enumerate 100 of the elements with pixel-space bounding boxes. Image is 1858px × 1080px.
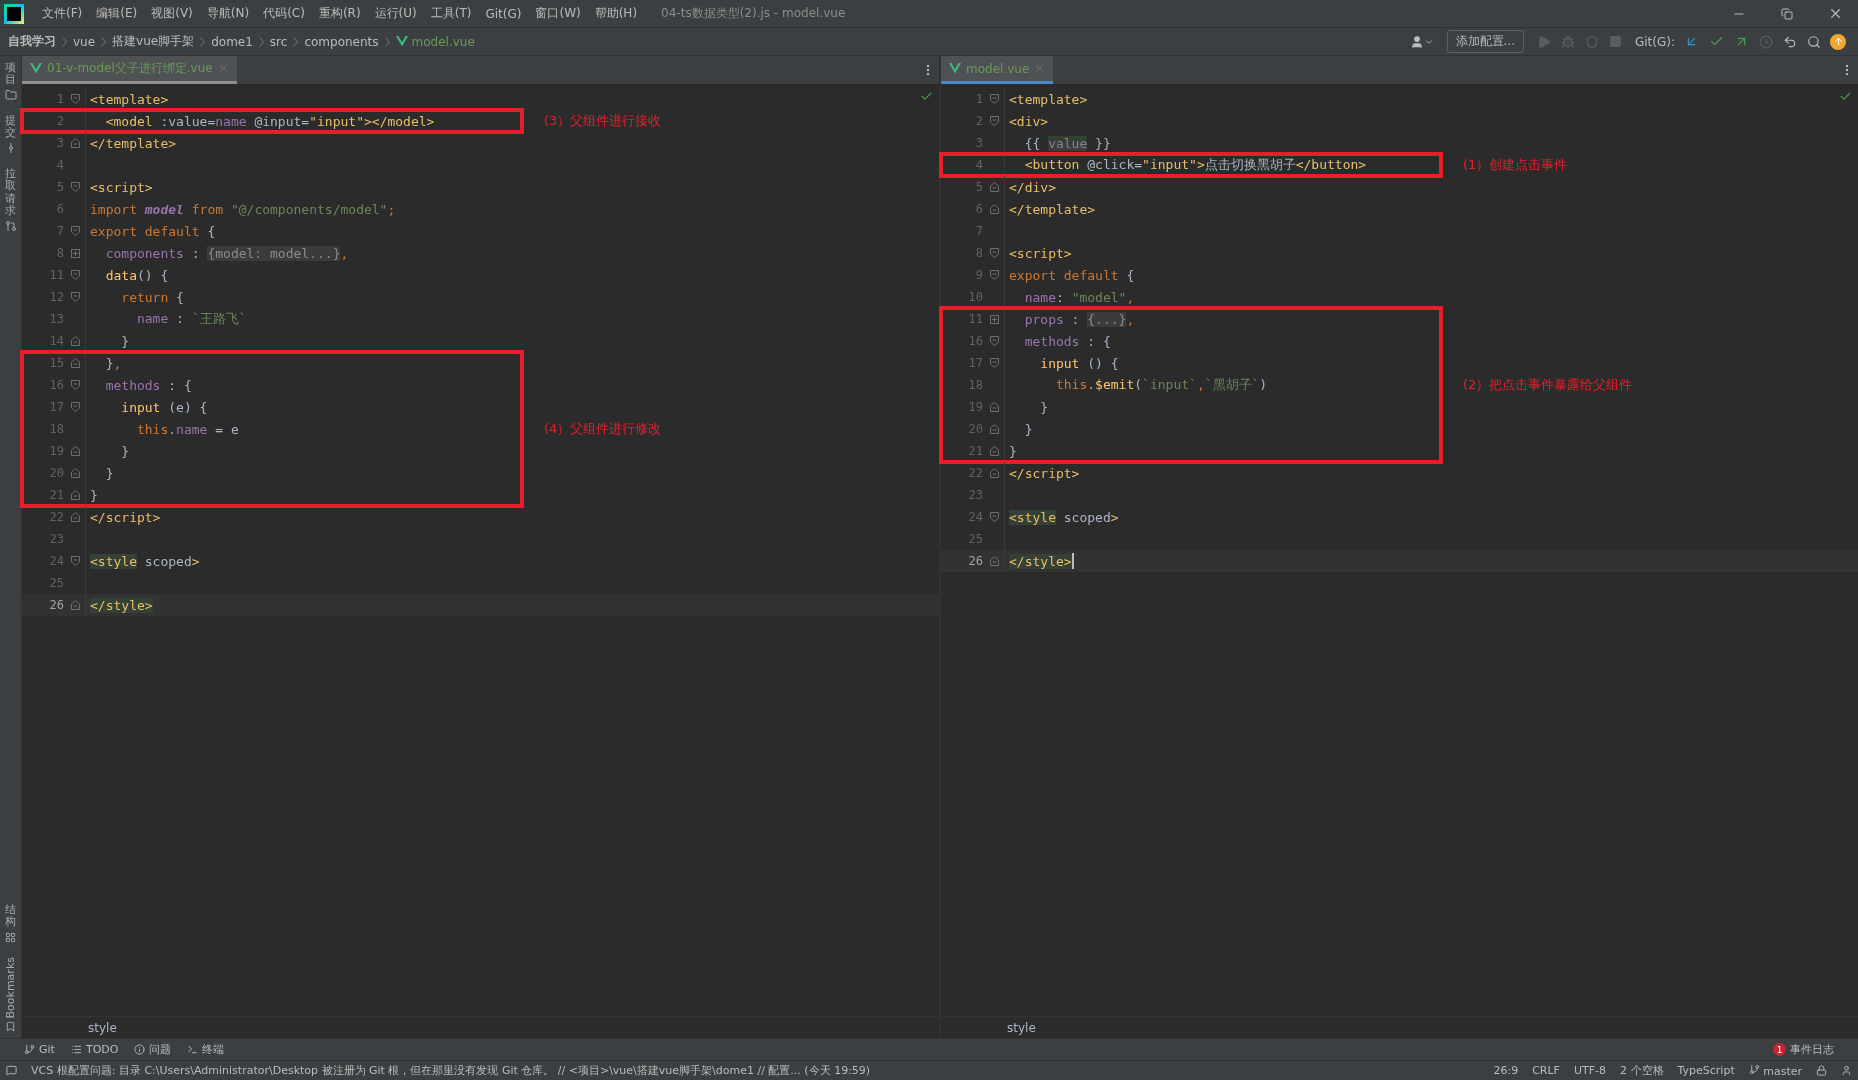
editor-breadcrumb[interactable]: style <box>88 1020 117 1035</box>
fold-marker-icon[interactable] <box>71 600 80 610</box>
bookmark-icon[interactable] <box>5 1021 16 1032</box>
branch-icon[interactable] <box>24 1044 35 1055</box>
terminal-icon[interactable] <box>187 1044 199 1055</box>
fold-marker-icon[interactable] <box>71 402 80 412</box>
menu-item[interactable]: 运行(U) <box>368 5 423 22</box>
expand-marker-icon[interactable] <box>990 314 999 324</box>
breadcrumb-item[interactable]: 自我学习 <box>8 33 56 50</box>
line-number: 4 <box>55 158 65 172</box>
fold-marker-icon[interactable] <box>71 226 80 236</box>
line-number: 20 <box>48 466 65 480</box>
code-line: } <box>1039 399 1049 415</box>
lock-icon[interactable] <box>1816 1065 1827 1076</box>
line-number: 11 <box>967 312 984 326</box>
status-item[interactable]: TypeScript <box>1677 1064 1735 1077</box>
structure-icon[interactable] <box>5 931 16 943</box>
code-line: methods : { <box>104 377 192 393</box>
expand-marker-icon[interactable] <box>71 248 80 258</box>
fold-marker-icon[interactable] <box>990 402 999 412</box>
fold-marker-icon[interactable] <box>71 512 80 522</box>
info-icon[interactable] <box>134 1044 146 1055</box>
fold-marker-icon[interactable] <box>71 138 80 148</box>
menu-item[interactable]: Git(G) <box>479 6 528 21</box>
fold-marker-icon[interactable] <box>990 336 999 346</box>
tool-window-button[interactable]: 终端 <box>202 1042 225 1057</box>
fold-marker-icon[interactable] <box>990 424 999 434</box>
breadcrumb-item[interactable]: components <box>304 34 379 49</box>
tool-window-button[interactable]: Git <box>39 1043 55 1056</box>
fold-marker-icon[interactable] <box>990 204 999 214</box>
tool-window-label[interactable]: 结构 <box>5 904 16 929</box>
fold-marker-icon[interactable] <box>71 490 80 500</box>
breadcrumb-item[interactable]: vue <box>73 34 96 49</box>
pull-request-icon[interactable] <box>4 219 17 232</box>
breadcrumb-item[interactable]: dome1 <box>211 34 253 49</box>
breadcrumb-item[interactable]: 搭建vue脚手架 <box>112 33 195 50</box>
fold-marker-icon[interactable] <box>71 270 80 280</box>
menu-item[interactable]: 视图(V) <box>145 5 199 22</box>
list-icon[interactable] <box>70 1044 82 1055</box>
run-config-button[interactable]: 添加配置... <box>1446 30 1524 53</box>
tool-window-button[interactable]: 问题 <box>149 1042 172 1057</box>
branch-icon[interactable] <box>1748 1063 1760 1075</box>
tool-window-label[interactable]: Bookmarks <box>4 956 17 1018</box>
fold-marker-icon[interactable] <box>71 380 80 390</box>
line-number: 3 <box>55 136 65 150</box>
line-number: 11 <box>48 268 65 282</box>
status-message[interactable]: VCS 根配置问题: 目录 C:\Users\Administrator\Desktop 被注册为 Git 根，但在那里没有发现 Git 仓库。 // <项目>\vue\搭建vue脚手架\dome1 // 配置... (今天 19:59) <box>31 1063 1480 1078</box>
fold-marker-icon[interactable] <box>71 182 80 192</box>
update-icon[interactable] <box>1830 33 1846 50</box>
fold-marker-icon[interactable] <box>71 292 80 302</box>
fold-marker-icon[interactable] <box>71 94 80 104</box>
fold-marker-icon[interactable] <box>71 358 80 368</box>
status-item[interactable]: 2 个空格 <box>1620 1063 1664 1078</box>
event-log-button[interactable]: 事件日志 <box>1790 1042 1834 1057</box>
menu-item[interactable]: 窗口(W) <box>529 5 587 22</box>
menu-item[interactable]: 文件(F) <box>36 5 89 22</box>
breadcrumb-item[interactable]: src <box>269 34 288 49</box>
fold-marker-icon[interactable] <box>990 248 999 258</box>
menu-item[interactable]: 编辑(E) <box>90 5 144 22</box>
menu-item[interactable]: 工具(T) <box>424 5 478 22</box>
tool-window-label[interactable]: 提交 <box>5 115 16 140</box>
code-line: <div> <box>1009 113 1049 129</box>
fold-marker-icon[interactable] <box>990 468 999 478</box>
status-item[interactable]: UTF-8 <box>1573 1064 1607 1077</box>
status-item[interactable]: 26:9 <box>1493 1064 1519 1077</box>
git-branch[interactable]: master <box>1763 1064 1802 1078</box>
fold-marker-icon[interactable] <box>990 358 999 368</box>
menu-item[interactable]: 重构(R) <box>312 5 367 22</box>
line-number: 17 <box>967 356 984 370</box>
line-number: 1 <box>55 92 65 106</box>
fold-marker-icon[interactable] <box>71 556 80 566</box>
fold-marker-icon[interactable] <box>71 468 80 478</box>
fold-marker-icon[interactable] <box>990 446 999 456</box>
menu-item[interactable]: 导航(N) <box>200 5 256 22</box>
menu-item[interactable]: 代码(C) <box>257 5 311 22</box>
message-icon[interactable] <box>6 1065 17 1076</box>
fold-marker-icon[interactable] <box>71 446 80 456</box>
fold-marker-icon[interactable] <box>990 94 999 104</box>
user-icon[interactable] <box>1841 1065 1852 1076</box>
menu-item[interactable]: 帮助(H) <box>588 5 644 22</box>
tool-window-label[interactable]: 拉取请求 <box>5 168 16 217</box>
restore-icon[interactable] <box>1781 7 1793 20</box>
close-tab-icon[interactable] <box>217 63 229 74</box>
chevron-icon <box>62 36 67 47</box>
close-tab-icon[interactable] <box>1034 63 1046 74</box>
code-line: <button @click="input">点击切换黑胡子</button> <box>1023 156 1367 174</box>
tool-window-button[interactable]: TODO <box>85 1043 119 1056</box>
status-item[interactable]: CRLF <box>1532 1064 1560 1077</box>
fold-marker-icon[interactable] <box>990 182 999 192</box>
code-line: } <box>1023 421 1033 437</box>
folder-icon[interactable] <box>4 89 17 102</box>
fold-marker-icon[interactable] <box>990 116 999 126</box>
fold-marker-icon[interactable] <box>990 556 999 566</box>
tool-window-label[interactable]: 项目 <box>5 62 16 87</box>
breadcrumb-item[interactable]: model.vue <box>411 34 475 49</box>
fold-marker-icon[interactable] <box>990 270 999 280</box>
fold-marker-icon[interactable] <box>71 336 80 346</box>
fold-marker-icon[interactable] <box>990 512 999 522</box>
editor-breadcrumb[interactable]: style <box>1007 1020 1036 1035</box>
line-number: 7 <box>55 224 65 238</box>
